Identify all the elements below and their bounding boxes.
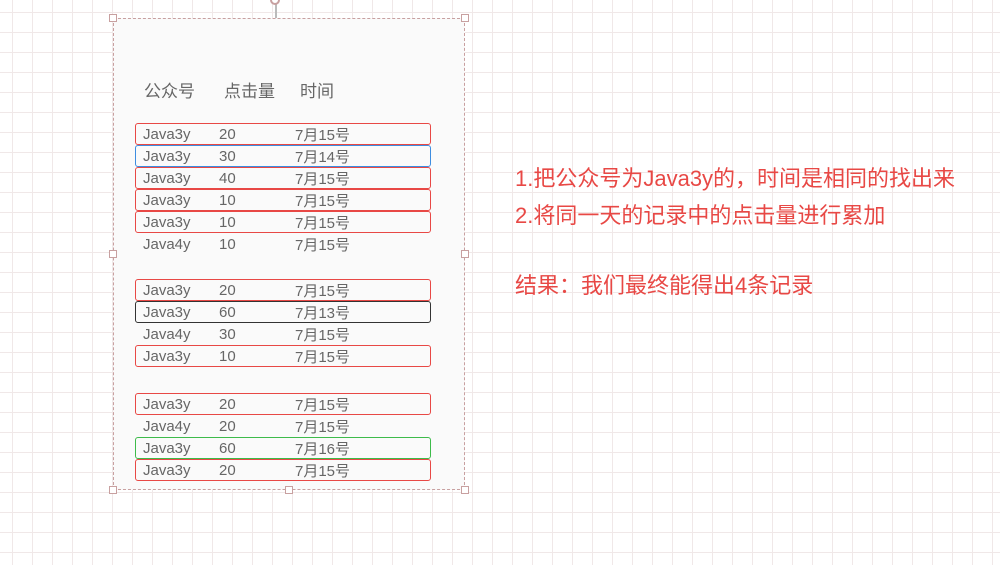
cell-account: Java3y bbox=[143, 282, 219, 299]
header-clicks: 点击量 bbox=[224, 77, 300, 102]
table-row: Java4y107月15号 bbox=[135, 233, 431, 255]
cell-time: 7月15号 bbox=[295, 324, 375, 345]
data-group-2: Java3y207月15号 Java3y607月13号 Java4y307月15… bbox=[135, 279, 431, 367]
cell-clicks: 20 bbox=[219, 462, 295, 479]
resize-handle-br[interactable] bbox=[461, 486, 469, 494]
cell-time: 7月15号 bbox=[295, 416, 375, 437]
table-row: Java4y307月15号 bbox=[135, 323, 431, 345]
table-row: Java3y207月15号 bbox=[135, 279, 431, 301]
cell-time: 7月15号 bbox=[295, 346, 375, 367]
cell-clicks: 40 bbox=[219, 170, 295, 187]
cell-clicks: 10 bbox=[219, 348, 295, 365]
cell-clicks: 10 bbox=[219, 214, 295, 231]
annotation-step-2: 2.将同一天的记录中的点击量进行累加 bbox=[515, 197, 975, 234]
cell-time: 7月15号 bbox=[295, 124, 375, 145]
table-row: Java3y307月14号 bbox=[135, 145, 431, 167]
table-row: Java3y207月15号 bbox=[135, 393, 431, 415]
cell-account: Java3y bbox=[143, 148, 219, 165]
cell-clicks: 30 bbox=[219, 326, 295, 343]
cell-account: Java4y bbox=[143, 418, 219, 435]
annotation-block: 1.把公众号为Java3y的，时间是相同的找出来 2.将同一天的记录中的点击量进… bbox=[515, 160, 975, 304]
resize-handle-mb[interactable] bbox=[285, 486, 293, 494]
table-row: Java3y207月15号 bbox=[135, 123, 431, 145]
cell-time: 7月15号 bbox=[295, 190, 375, 211]
cell-time: 7月15号 bbox=[295, 280, 375, 301]
cell-account: Java4y bbox=[143, 326, 219, 343]
cell-clicks: 20 bbox=[219, 418, 295, 435]
cell-clicks: 60 bbox=[219, 304, 295, 321]
resize-handle-tl[interactable] bbox=[109, 14, 117, 22]
data-group-1: Java3y207月15号 Java3y307月14号 Java3y407月15… bbox=[135, 123, 431, 255]
cell-account: Java3y bbox=[143, 192, 219, 209]
table-row: Java3y207月15号 bbox=[135, 459, 431, 481]
header-time: 时间 bbox=[300, 77, 380, 102]
table-row: Java3y107月15号 bbox=[135, 211, 431, 233]
connector-endpoint bbox=[270, 0, 280, 5]
cell-account: Java3y bbox=[143, 170, 219, 187]
data-group-3: Java3y207月15号 Java4y207月15号 Java3y607月16… bbox=[135, 393, 431, 481]
cell-clicks: 20 bbox=[219, 282, 295, 299]
table-row: Java3y407月15号 bbox=[135, 167, 431, 189]
table-row: Java4y207月15号 bbox=[135, 415, 431, 437]
cell-clicks: 10 bbox=[219, 192, 295, 209]
cell-time: 7月13号 bbox=[295, 302, 375, 323]
cell-clicks: 20 bbox=[219, 396, 295, 413]
cell-account: Java3y bbox=[143, 462, 219, 479]
data-panel[interactable]: 公众号 点击量 时间 Java3y207月15号 Java3y307月14号 J… bbox=[113, 18, 465, 490]
cell-time: 7月15号 bbox=[295, 212, 375, 233]
table-row: Java3y107月15号 bbox=[135, 345, 431, 367]
cell-account: Java3y bbox=[143, 214, 219, 231]
resize-handle-mr[interactable] bbox=[461, 250, 469, 258]
cell-time: 7月15号 bbox=[295, 234, 375, 255]
header-account: 公众号 bbox=[144, 77, 224, 102]
table-row: Java3y607月16号 bbox=[135, 437, 431, 459]
cell-clicks: 10 bbox=[219, 236, 295, 253]
cell-account: Java3y bbox=[143, 440, 219, 457]
cell-clicks: 20 bbox=[219, 126, 295, 143]
cell-clicks: 60 bbox=[219, 440, 295, 457]
table-row: Java3y607月13号 bbox=[135, 301, 431, 323]
cell-time: 7月15号 bbox=[295, 460, 375, 481]
resize-handle-ml[interactable] bbox=[109, 250, 117, 258]
cell-time: 7月14号 bbox=[295, 146, 375, 167]
cell-clicks: 30 bbox=[219, 148, 295, 165]
cell-account: Java4y bbox=[143, 236, 219, 253]
annotation-step-1: 1.把公众号为Java3y的，时间是相同的找出来 bbox=[515, 160, 975, 197]
cell-time: 7月15号 bbox=[295, 394, 375, 415]
table-headers: 公众号 点击量 时间 bbox=[144, 77, 380, 102]
cell-time: 7月15号 bbox=[295, 168, 375, 189]
annotation-result: 结果：我们最终能得出4条记录 bbox=[515, 267, 975, 304]
cell-account: Java3y bbox=[143, 348, 219, 365]
table-row: Java3y107月15号 bbox=[135, 189, 431, 211]
cell-account: Java3y bbox=[143, 304, 219, 321]
cell-account: Java3y bbox=[143, 396, 219, 413]
resize-handle-tr[interactable] bbox=[461, 14, 469, 22]
cell-time: 7月16号 bbox=[295, 438, 375, 459]
cell-account: Java3y bbox=[143, 126, 219, 143]
resize-handle-bl[interactable] bbox=[109, 486, 117, 494]
